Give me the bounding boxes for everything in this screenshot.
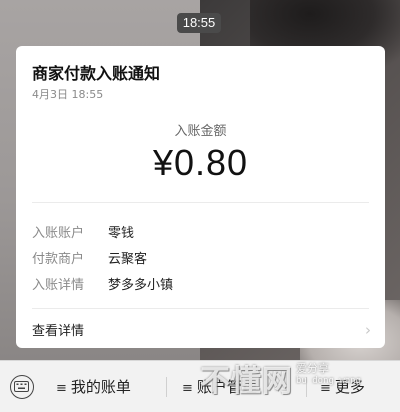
menu-my-bill[interactable]: ≡ 我的账单 [56, 361, 156, 412]
detail-value: 梦多多小镇 [108, 278, 174, 293]
hamburger-icon: ≡ [320, 381, 331, 396]
payment-notification-card[interactable]: 商家付款入账通知 4月3日 18:55 入账金额 ¥0.80 入账账户 零钱 付… [16, 46, 385, 348]
view-details-link[interactable]: 查看详情 [32, 320, 84, 339]
detail-key: 入账详情 [32, 278, 85, 293]
notification-date: 4月3日 18:55 [32, 88, 104, 101]
menu-more[interactable]: ≡ 更多 [320, 361, 390, 412]
chevron-right-icon: › [365, 321, 371, 339]
detail-key: 入账账户 [32, 226, 85, 241]
menu-label: 更多 [334, 378, 365, 396]
divider [32, 308, 369, 309]
hamburger-icon: ≡ [56, 381, 67, 396]
service-menu-bar: ≡ 我的账单 ≡ 账户管理 ≡ 更多 [0, 360, 400, 412]
menu-label: 我的账单 [70, 378, 131, 396]
menu-separator [306, 377, 307, 397]
hamburger-icon: ≡ [182, 381, 193, 396]
detail-value: 零钱 [108, 226, 135, 241]
menu-label: 账户管理 [196, 378, 257, 396]
divider [32, 202, 369, 203]
menu-account-management[interactable]: ≡ 账户管理 [182, 361, 302, 412]
menu-separator [166, 377, 167, 397]
detail-value: 云聚客 [108, 252, 148, 267]
detail-key: 付款商户 [32, 252, 85, 267]
amount-value: ¥0.80 [152, 142, 249, 183]
notification-title: 商家付款入账通知 [32, 64, 161, 83]
amount-label: 入账金额 [174, 124, 227, 139]
message-timestamp: 18:55 [177, 13, 221, 33]
chat-screen: 18:55 商家付款入账通知 4月3日 18:55 入账金额 ¥0.80 入账账… [0, 0, 400, 412]
keyboard-icon[interactable] [10, 375, 34, 399]
